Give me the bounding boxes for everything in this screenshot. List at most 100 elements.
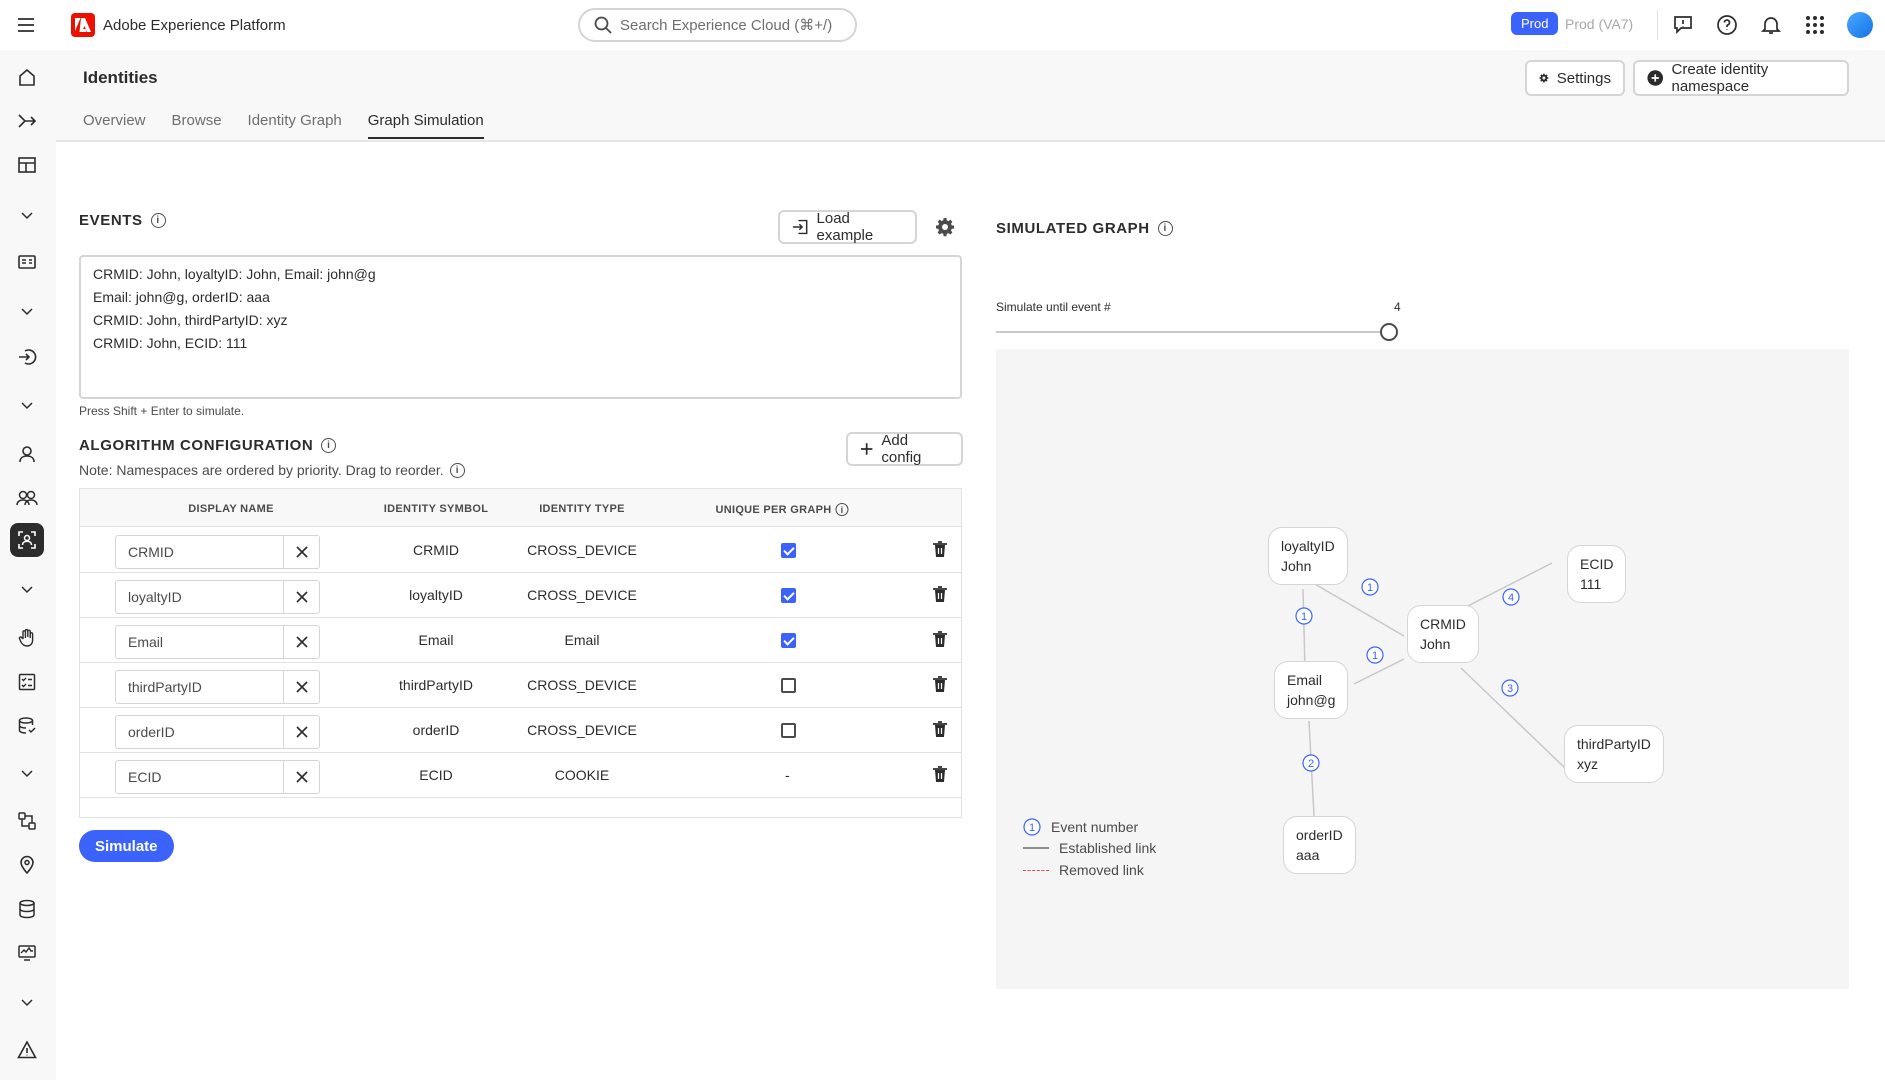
info-icon[interactable]: i	[150, 213, 166, 228]
home-icon[interactable]	[10, 60, 44, 94]
alerts-warning-icon[interactable]	[10, 1033, 44, 1067]
events-heading: EVENTS i	[79, 212, 166, 229]
unique-per-graph-checkbox[interactable]	[781, 633, 796, 648]
simulate-button[interactable]: Simulate	[79, 830, 174, 862]
info-icon[interactable]: i	[835, 503, 849, 516]
clear-icon[interactable]	[284, 761, 319, 793]
table-row[interactable]: thirdPartyID thirdPartyID CROSS_DEVICE	[80, 663, 961, 708]
policies-checklist-icon[interactable]	[10, 665, 44, 699]
search-input[interactable]: Search Experience Cloud (⌘+/)	[578, 8, 857, 42]
display-name-field[interactable]: ECID	[115, 760, 320, 794]
node-identity: John	[1420, 636, 1451, 652]
display-name-field[interactable]: thirdPartyID	[115, 670, 320, 704]
graph-node-email[interactable]: Email john@g	[1274, 661, 1349, 719]
search-icon	[594, 16, 612, 34]
unique-per-graph-checkbox[interactable]	[781, 543, 796, 558]
sources-icon[interactable]	[10, 340, 44, 374]
display-name-value[interactable]: ECID	[116, 761, 284, 793]
delete-trash-icon[interactable]	[932, 540, 948, 561]
display-name-value[interactable]: thirdPartyID	[116, 671, 284, 703]
section-collapse-chevron-icon[interactable]	[10, 756, 44, 790]
clear-icon[interactable]	[284, 581, 319, 613]
display-name-value[interactable]: loyaltyID	[116, 581, 284, 613]
destinations-icon[interactable]	[10, 804, 44, 838]
section-collapse-chevron-icon[interactable]	[10, 572, 44, 606]
clear-icon[interactable]	[284, 536, 319, 568]
delete-trash-icon[interactable]	[932, 765, 948, 786]
simulated-graph-heading: SIMULATED GRAPH i	[996, 220, 1173, 237]
identity-symbol-cell: ECID	[419, 767, 453, 783]
display-name-field[interactable]: CRMID	[115, 535, 320, 569]
events-textarea[interactable]: CRMID: John, loyaltyID: John, Email: joh…	[79, 255, 962, 399]
simulated-graph-heading-text: SIMULATED GRAPH	[996, 220, 1150, 237]
display-name-value[interactable]: CRMID	[116, 536, 284, 568]
dashboards-icon[interactable]	[10, 148, 44, 182]
unique-per-graph-checkbox[interactable]	[781, 723, 796, 738]
tab-identity-graph[interactable]: Identity Graph	[248, 112, 342, 139]
add-config-button[interactable]: Add config	[846, 432, 963, 466]
delete-trash-icon[interactable]	[932, 630, 948, 651]
tab-graph-simulation[interactable]: Graph Simulation	[367, 112, 484, 139]
create-identity-namespace-button[interactable]: Create identity namespace	[1633, 60, 1849, 96]
event-slider-handle[interactable]	[1380, 323, 1398, 341]
table-row[interactable]: loyaltyID loyaltyID CROSS_DEVICE	[80, 573, 961, 618]
delete-trash-icon[interactable]	[932, 675, 948, 696]
feedback-icon[interactable]	[1671, 13, 1695, 37]
display-name-value[interactable]: Email	[116, 626, 284, 658]
section-collapse-chevron-icon[interactable]	[10, 985, 44, 1019]
load-example-button[interactable]: Load example	[778, 210, 917, 244]
info-icon[interactable]: i	[321, 438, 337, 453]
app-switcher-grid-icon[interactable]	[1803, 13, 1827, 37]
display-name-field[interactable]: orderID	[115, 715, 320, 749]
profiles-user-icon[interactable]	[10, 437, 44, 471]
legend-established-label: Established link	[1059, 840, 1157, 856]
workflows-icon[interactable]	[10, 104, 44, 138]
display-name-field[interactable]: loyaltyID	[115, 580, 320, 614]
section-collapse-chevron-icon[interactable]	[10, 198, 44, 232]
events-settings-gear-icon[interactable]	[935, 217, 955, 240]
location-pin-icon[interactable]	[10, 848, 44, 882]
delete-trash-icon[interactable]	[932, 720, 948, 741]
tab-overview[interactable]: Overview	[83, 112, 146, 139]
settings-button[interactable]: Settings	[1525, 60, 1625, 96]
segments-users-icon[interactable]	[10, 481, 44, 515]
graph-node-loyaltyid[interactable]: loyaltyID John	[1268, 527, 1348, 585]
environment-badge[interactable]: Prod	[1511, 12, 1559, 35]
info-icon[interactable]: i	[1157, 221, 1173, 236]
clear-icon[interactable]	[284, 671, 319, 703]
graph-node-crmid[interactable]: CRMID John	[1407, 605, 1479, 663]
section-collapse-chevron-icon[interactable]	[10, 388, 44, 422]
edge-label-loyalty-crmid: 1	[1367, 582, 1373, 594]
graph-node-orderid[interactable]: orderID aaa	[1283, 816, 1356, 874]
unique-per-graph-checkbox[interactable]	[781, 678, 796, 693]
table-row[interactable]: Email Email Email	[80, 618, 961, 663]
section-collapse-chevron-icon[interactable]	[10, 294, 44, 328]
event-slider-track[interactable]	[996, 331, 1389, 333]
table-row[interactable]: CRMID CRMID CROSS_DEVICE	[80, 528, 961, 573]
monitoring-icon[interactable]	[10, 936, 44, 970]
user-avatar[interactable]	[1847, 12, 1873, 38]
datasets-database-icon[interactable]	[10, 892, 44, 926]
data-lifecycle-icon[interactable]	[10, 709, 44, 743]
brand[interactable]: Adobe Experience Platform	[71, 13, 286, 37]
graph-node-ecid[interactable]: ECID 111	[1567, 545, 1627, 603]
clear-icon[interactable]	[284, 626, 319, 658]
unique-per-graph-checkbox[interactable]	[781, 588, 796, 603]
info-icon[interactable]: i	[449, 462, 465, 478]
priority-note-text: Note: Namespaces are ordered by priority…	[79, 462, 444, 478]
tab-browse[interactable]: Browse	[172, 112, 222, 139]
privacy-hand-icon[interactable]	[10, 621, 44, 655]
catalog-icon[interactable]	[10, 245, 44, 279]
delete-trash-icon[interactable]	[932, 585, 948, 606]
help-icon[interactable]	[1715, 13, 1739, 37]
sandbox-switcher[interactable]: Prod (VA7)	[1565, 16, 1633, 32]
hamburger-menu-icon[interactable]	[16, 15, 36, 35]
table-row[interactable]: ECID ECID COOKIE -	[80, 753, 961, 798]
table-row[interactable]: orderID orderID CROSS_DEVICE	[80, 708, 961, 753]
display-name-field[interactable]: Email	[115, 625, 320, 659]
graph-node-thirdpartyid[interactable]: thirdPartyID xyz	[1564, 725, 1664, 783]
display-name-value[interactable]: orderID	[116, 716, 284, 748]
clear-icon[interactable]	[284, 716, 319, 748]
notifications-bell-icon[interactable]	[1759, 13, 1783, 37]
identities-icon[interactable]	[10, 523, 44, 557]
